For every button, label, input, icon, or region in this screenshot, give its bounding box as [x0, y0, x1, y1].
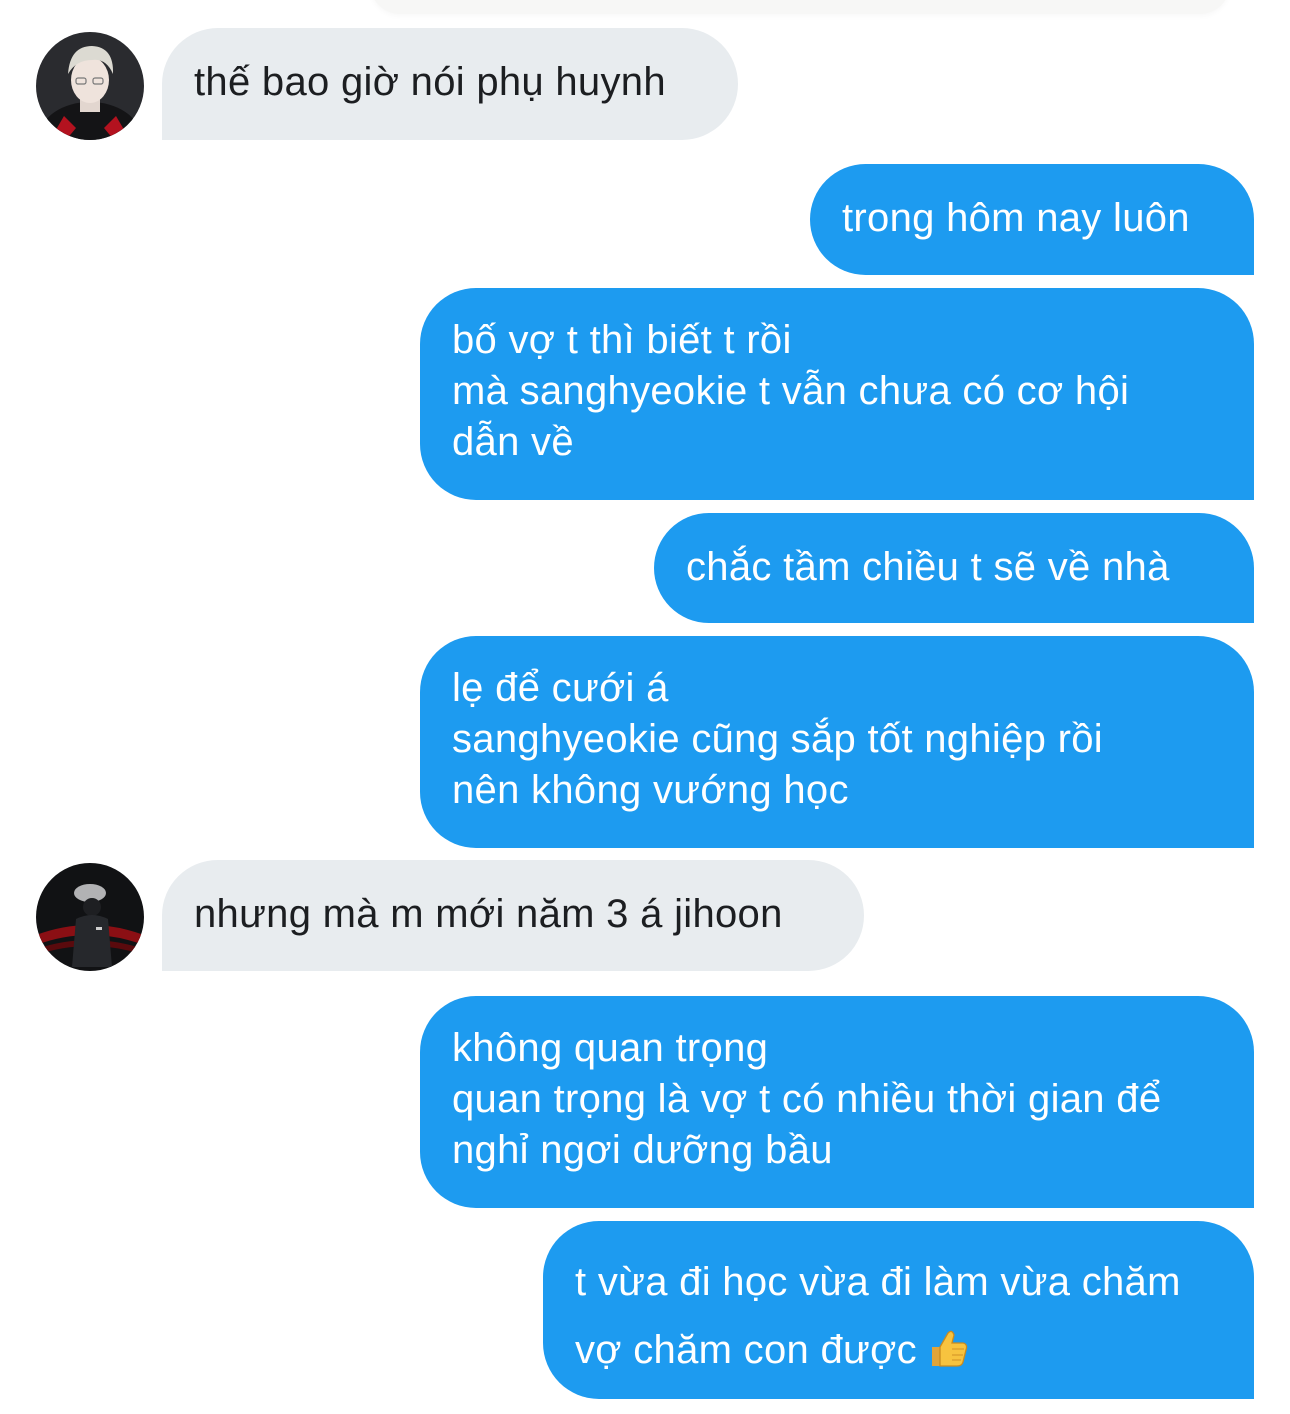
message-text: nên không vướng học — [452, 768, 849, 812]
previous-message-edge — [370, 0, 1230, 14]
message-text: thế bao giờ nói phụ huynh — [194, 60, 666, 104]
message-text: trong hôm nay luôn — [842, 196, 1190, 240]
message-incoming[interactable]: thế bao giờ nói phụ huynh — [162, 28, 738, 140]
message-text: nhưng mà m mới năm 3 á jihoon — [194, 892, 783, 936]
message-incoming[interactable]: nhưng mà m mới năm 3 á jihoon — [162, 860, 864, 971]
message-text: dẫn về — [452, 420, 574, 464]
message-text: không quan trọng — [452, 1026, 769, 1070]
message-text: mà sanghyeokie t vẫn chưa có cơ hội — [452, 369, 1130, 413]
message-text: vợ chăm con được — [575, 1328, 917, 1372]
message-text: t vừa đi học vừa đi làm vừa chăm — [575, 1260, 1181, 1304]
contact-avatar[interactable] — [36, 32, 144, 140]
message-text: sanghyeokie cũng sắp tốt nghiệp rồi — [452, 717, 1103, 761]
message-outgoing[interactable]: lẹ để cưới á sanghyeokie cũng sắp tốt ng… — [420, 636, 1254, 848]
thumbs-up-emoji-icon — [927, 1322, 969, 1390]
message-outgoing[interactable]: không quan trọng quan trọng là vợ t có n… — [420, 996, 1254, 1208]
message-outgoing[interactable]: bố vợ t thì biết t rồi mà sanghyeokie t … — [420, 288, 1254, 500]
message-outgoing[interactable]: chắc tầm chiều t sẽ về nhà — [654, 513, 1254, 623]
message-text: nghỉ ngơi dưỡng bầu — [452, 1128, 833, 1172]
avatar-photo-icon — [36, 863, 144, 971]
message-outgoing[interactable]: t vừa đi học vừa đi làm vừa chăm vợ chăm… — [543, 1221, 1254, 1399]
contact-avatar[interactable] — [36, 863, 144, 971]
message-text: lẹ để cưới á — [452, 666, 669, 710]
message-text: chắc tầm chiều t sẽ về nhà — [686, 545, 1170, 589]
avatar-photo-icon — [36, 32, 144, 140]
message-outgoing[interactable]: trong hôm nay luôn — [810, 164, 1254, 275]
message-text: quan trọng là vợ t có nhiều thời gian để — [452, 1077, 1162, 1121]
message-text: bố vợ t thì biết t rồi — [452, 318, 792, 362]
